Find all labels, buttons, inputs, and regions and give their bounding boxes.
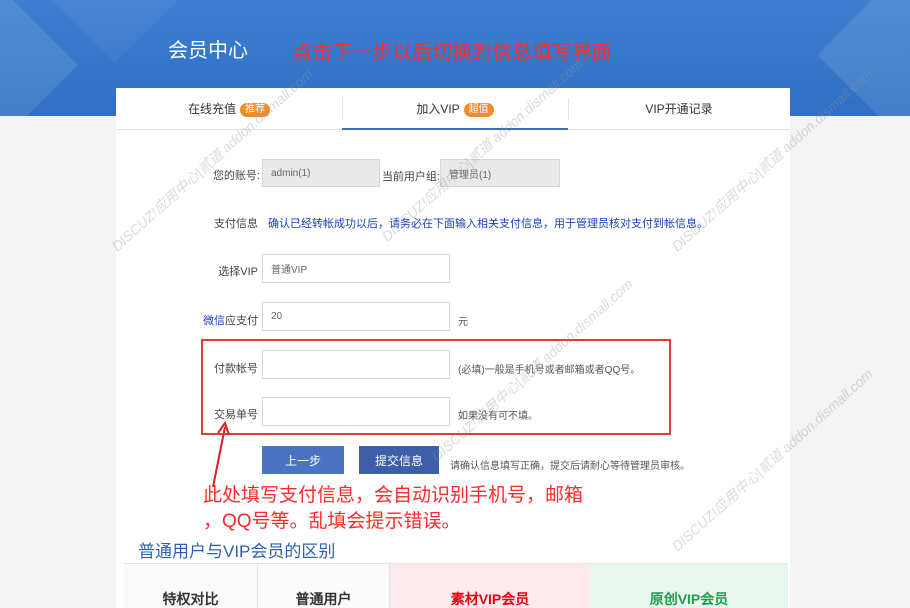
account-field: admin(1) — [262, 159, 380, 187]
page-title: 会员中心 — [168, 40, 248, 62]
annotation-bottom: 此处填写支付信息，会自动识别手机号，邮箱 ，QQ号等。乱填会提示错误。 — [203, 485, 584, 532]
payment-info-text: 确认已经转帐成功以后，请务必在下面输入相关支付信息，用于管理员核对支付到帐信息。 — [268, 218, 708, 230]
header-privilege: 特权对比 — [124, 564, 258, 608]
banner-decoration — [817, 0, 910, 116]
amount-unit: 元 — [458, 317, 468, 328]
amount-field: 20 — [262, 302, 450, 331]
select-vip-label: 选择VIP — [218, 266, 258, 278]
account-label: 您的账号: — [212, 170, 260, 182]
tab-join-vip[interactable]: 加入VIP 超值 — [342, 88, 568, 130]
tab-recharge[interactable]: 在线充值 推荐 — [116, 88, 342, 130]
vip-select[interactable]: 普通VIP — [262, 254, 450, 283]
amount-label: 微信应支付 — [203, 315, 258, 327]
arrow-icon — [212, 421, 230, 488]
tab-vip-records[interactable]: VIP开通记录 — [568, 88, 790, 130]
tab-bar: 在线充值 推荐 加入VIP 超值 VIP开通记录 — [116, 88, 790, 130]
submit-button[interactable]: 提交信息 — [359, 446, 439, 474]
tab-label: 在线充值 — [187, 102, 236, 116]
submit-hint: 请确认信息填写正确，提交后请耐心等待管理员审核。 — [450, 461, 690, 472]
annotation-top: 点击下一步以后切换到信息填写界面 — [292, 42, 612, 64]
user-group-label: 当前用户组: — [381, 171, 440, 183]
header-original-vip: 原创VIP会员 — [590, 564, 788, 608]
header-material-vip: 素材VIP会员 — [390, 564, 590, 608]
highlight-box — [201, 339, 671, 435]
user-group-field: 管理员(1) — [440, 159, 560, 187]
comparison-table-header: 特权对比 普通用户 素材VIP会员 原创VIP会员 — [124, 563, 788, 608]
header-regular-user: 普通用户 — [258, 564, 390, 608]
prev-step-button[interactable]: 上一步 — [262, 446, 344, 474]
tab-label: VIP开通记录 — [645, 102, 713, 116]
recommend-badge: 推荐 — [240, 103, 270, 117]
payment-info-label: 支付信息 — [214, 218, 258, 230]
value-badge: 超值 — [463, 103, 494, 117]
tab-label: 加入VIP — [416, 102, 460, 116]
banner-decoration — [0, 0, 78, 116]
comparison-title: 普通用户与VIP会员的区别 — [138, 542, 336, 561]
wechat-label: 微信 — [203, 315, 225, 327]
